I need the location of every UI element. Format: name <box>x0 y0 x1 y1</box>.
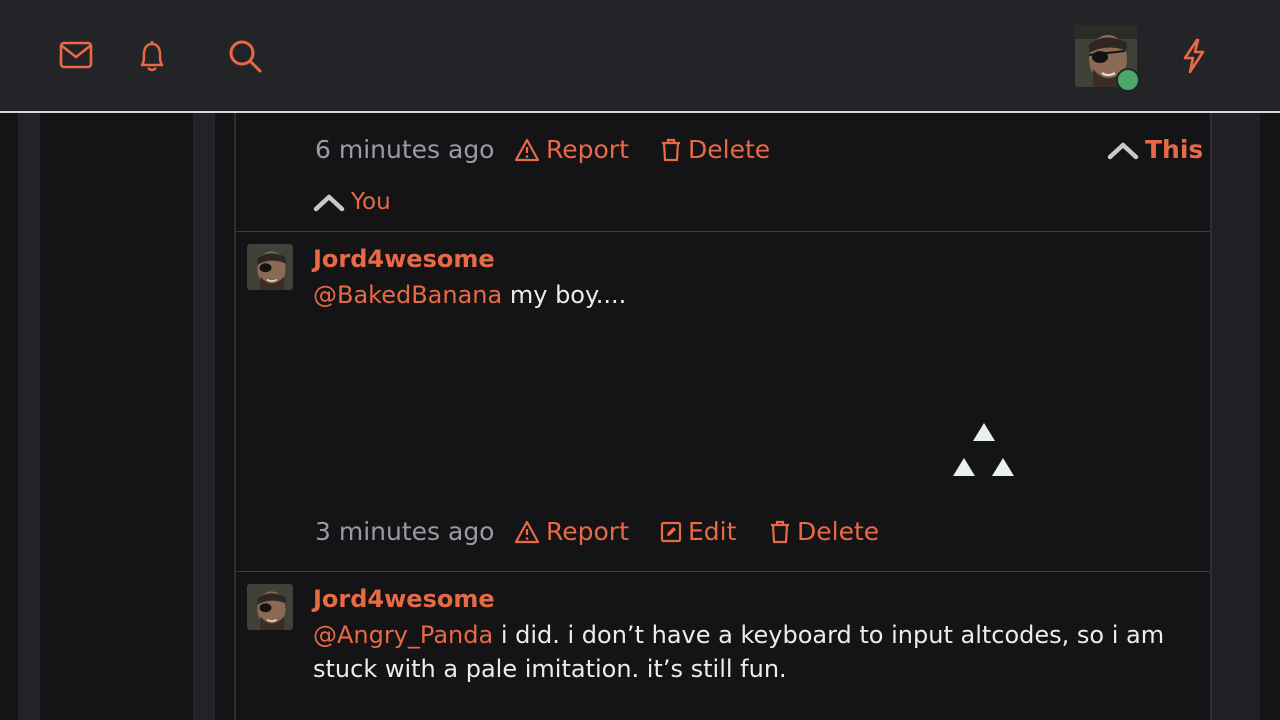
warning-icon <box>514 520 540 544</box>
comment-body: @Angry_Panda i did. i don’t have a keybo… <box>313 618 1193 686</box>
triforce-icon <box>951 421 1017 481</box>
comment-timestamp: 6 minutes ago <box>315 135 495 164</box>
comment-body: @BakedBanana my boy.... <box>313 278 1193 312</box>
right-rail <box>1212 113 1260 720</box>
report-button[interactable]: Report <box>514 135 629 164</box>
left-rail <box>18 113 40 720</box>
edit-label: Edit <box>688 517 737 546</box>
chevron-up-icon <box>313 192 345 212</box>
bell-icon[interactable] <box>137 40 167 74</box>
delete-label: Delete <box>797 517 880 546</box>
comment-text: my boy.... <box>502 281 627 309</box>
delete-button[interactable]: Delete <box>660 135 770 164</box>
search-icon[interactable] <box>227 38 263 74</box>
mention-link[interactable]: @BakedBanana <box>313 281 502 309</box>
divider <box>236 231 1210 232</box>
edit-button[interactable]: Edit <box>660 517 736 546</box>
report-button[interactable]: Report <box>514 517 629 546</box>
vote-this-button[interactable]: This <box>1107 135 1203 164</box>
voted-you-indicator: You <box>313 189 391 215</box>
vote-this-label: This <box>1145 135 1204 164</box>
report-label: Report <box>546 517 629 546</box>
trash-icon <box>769 520 791 544</box>
mail-icon[interactable] <box>59 41 93 69</box>
avatar[interactable] <box>247 244 293 290</box>
bolt-icon[interactable] <box>1180 38 1208 74</box>
thread-border-left <box>234 113 236 720</box>
delete-label: Delete <box>688 135 771 164</box>
thread-rail <box>193 113 215 720</box>
thread-border-right <box>1210 113 1212 720</box>
online-status-dot <box>1116 68 1140 92</box>
avatar[interactable] <box>247 584 293 630</box>
comment-username[interactable]: Jord4wesome <box>313 585 495 613</box>
chevron-up-icon <box>1107 140 1139 160</box>
comment-timestamp: 3 minutes ago <box>315 517 495 546</box>
comment-username[interactable]: Jord4wesome <box>313 245 495 273</box>
warning-icon <box>514 138 540 162</box>
mention-link[interactable]: @Angry_Panda <box>313 621 493 649</box>
user-avatar[interactable] <box>1075 25 1140 92</box>
top-bar <box>0 0 1280 113</box>
voted-you-label: You <box>351 189 391 215</box>
delete-button[interactable]: Delete <box>769 517 879 546</box>
divider <box>236 571 1210 572</box>
report-label: Report <box>546 135 629 164</box>
edit-icon <box>660 521 682 543</box>
trash-icon <box>660 138 682 162</box>
